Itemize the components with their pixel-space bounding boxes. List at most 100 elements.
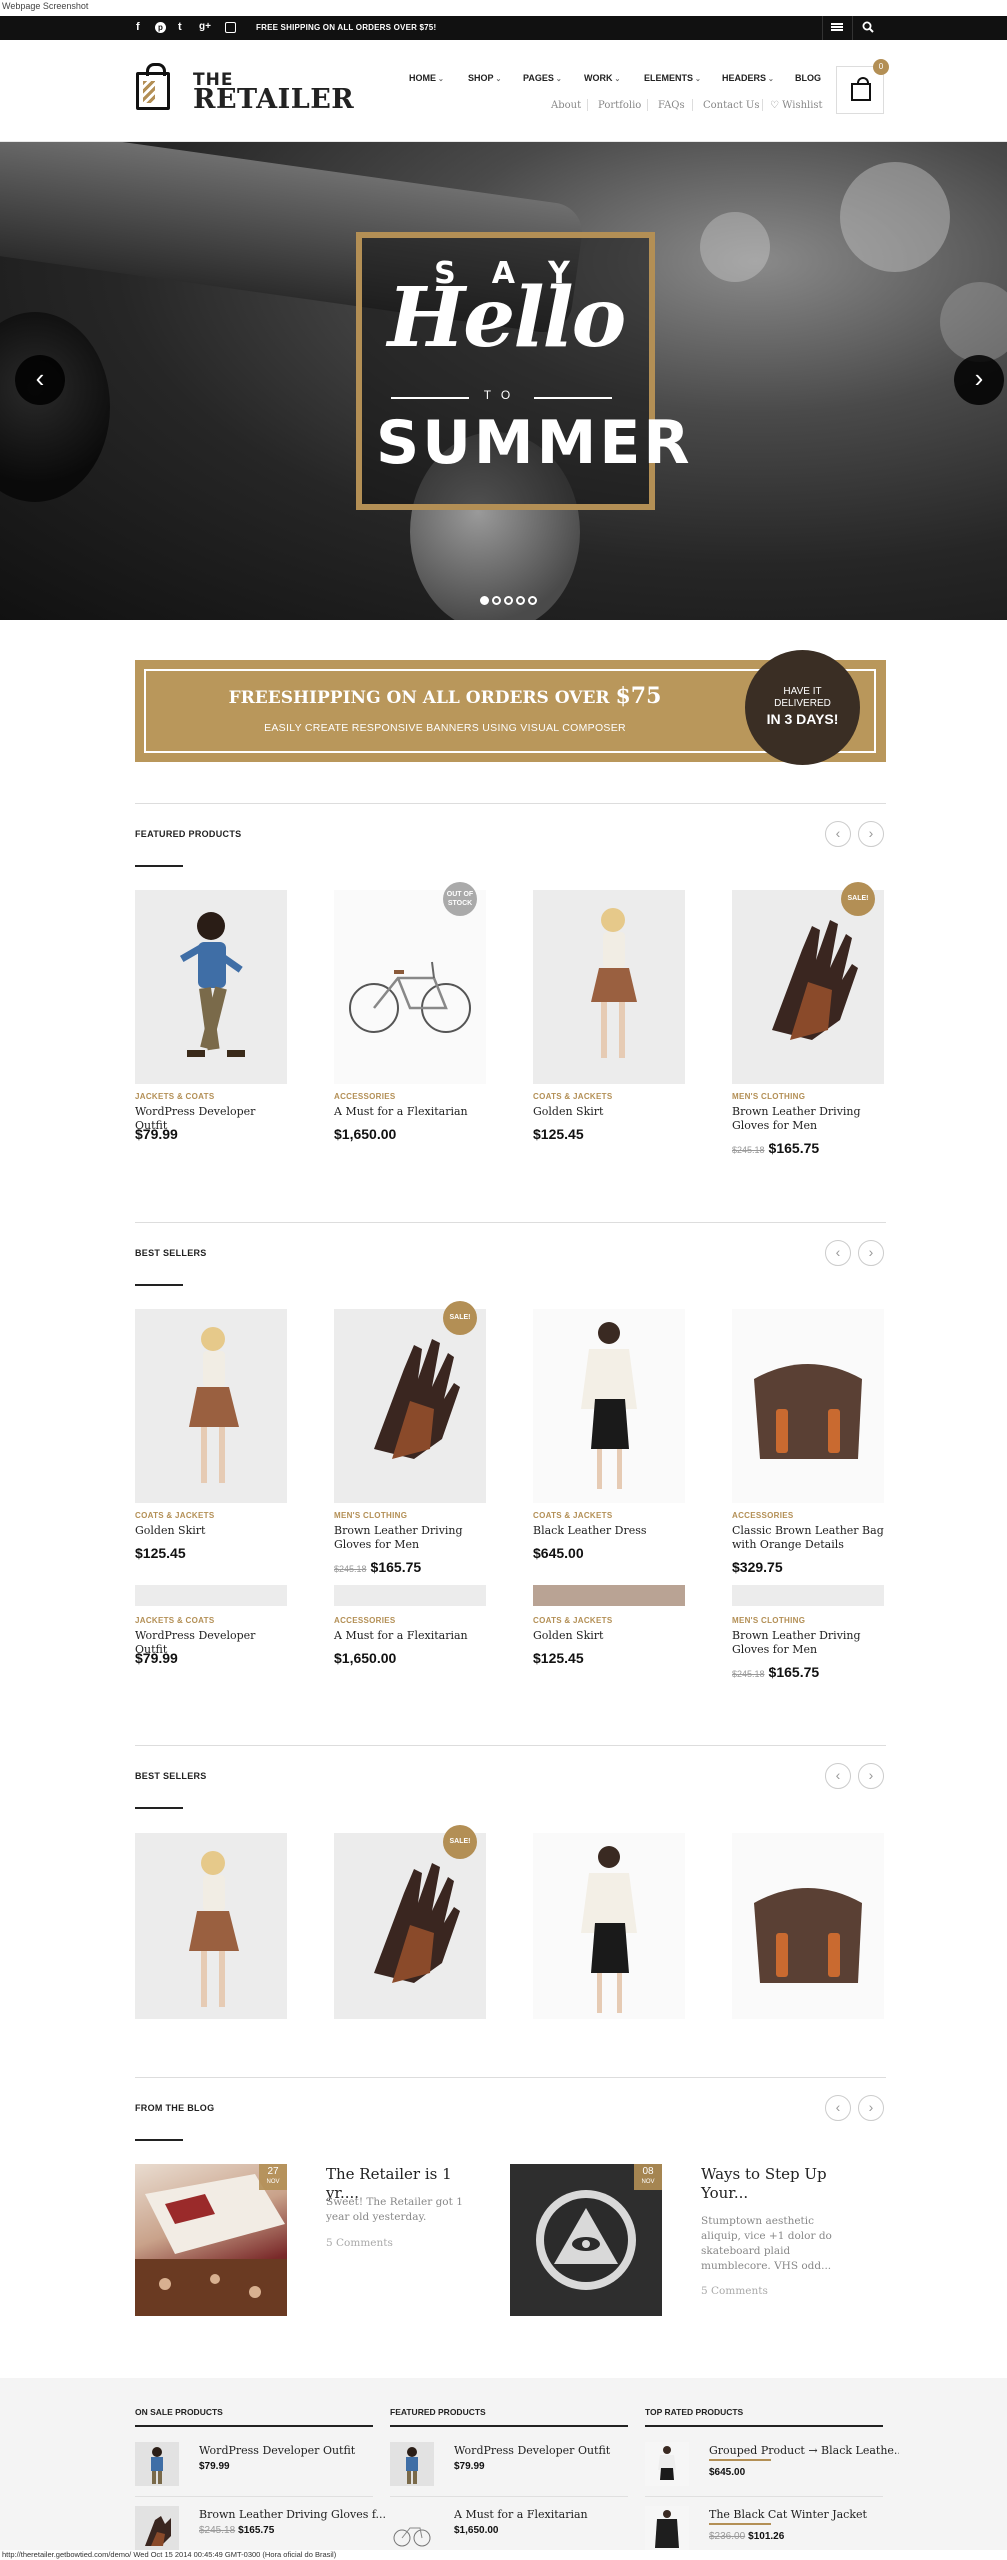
widget-product-name[interactable]: WordPress Developer Outfit xyxy=(199,2444,389,2457)
nav-work[interactable]: WORK ⌄ xyxy=(584,73,620,83)
product-category[interactable]: ACCESSORIES xyxy=(334,1616,396,1625)
product-category[interactable]: MEN'S CLOTHING xyxy=(732,1092,805,1101)
product-image[interactable] xyxy=(732,1833,884,2019)
product-thumbnail[interactable] xyxy=(645,2506,689,2550)
search-icon[interactable] xyxy=(862,21,874,36)
blog-date-badge: 27 NOV xyxy=(259,2164,287,2190)
twitter-icon[interactable]: t xyxy=(178,21,182,33)
carousel-prev-button[interactable]: ‹ xyxy=(825,2095,851,2121)
product-thumbnail[interactable] xyxy=(390,2442,434,2486)
product-image[interactable] xyxy=(334,890,486,1084)
product-thumbnail[interactable] xyxy=(645,2442,689,2486)
carousel-next-button[interactable]: › xyxy=(858,1240,884,1266)
product-image[interactable] xyxy=(334,1309,486,1503)
google-plus-icon[interactable]: g+ xyxy=(199,21,211,32)
slider-next-button[interactable]: › xyxy=(954,355,1004,405)
menu-icon[interactable] xyxy=(831,21,843,36)
instagram-icon[interactable] xyxy=(225,22,236,33)
product-price: $245.18 $165.75 xyxy=(732,1140,820,1156)
widget-product-name[interactable]: WordPress Developer Outfit xyxy=(454,2444,644,2457)
product-thumbnail[interactable] xyxy=(135,2442,179,2486)
subnav-wishlist[interactable]: ♡ Wishlist xyxy=(770,100,823,111)
section-underline xyxy=(135,1284,183,1286)
product-image[interactable] xyxy=(533,1833,685,2019)
slider-dot[interactable] xyxy=(480,596,489,605)
product-image[interactable] xyxy=(135,1585,287,1606)
section-divider xyxy=(135,2077,886,2078)
product-image[interactable] xyxy=(533,890,685,1084)
product-image[interactable] xyxy=(732,1309,884,1503)
product-image[interactable] xyxy=(533,1585,685,1606)
product-category[interactable]: COATS & JACKETS xyxy=(533,1616,612,1625)
product-category[interactable]: MEN'S CLOTHING xyxy=(334,1511,407,1520)
product-image[interactable] xyxy=(334,1833,486,2019)
product-category[interactable]: COATS & JACKETS xyxy=(533,1092,612,1101)
product-name[interactable]: A Must for a Flexitarian xyxy=(334,1105,490,1119)
product-image[interactable] xyxy=(732,1585,884,1606)
product-category[interactable]: MEN'S CLOTHING xyxy=(732,1616,805,1625)
product-name[interactable]: Brown Leather Driving Gloves for Men xyxy=(732,1629,888,1657)
product-name[interactable]: Brown Leather Driving Gloves for Men xyxy=(334,1524,490,1552)
product-name[interactable]: Black Leather Dress xyxy=(533,1524,689,1538)
subnav-portfolio[interactable]: Portfolio xyxy=(598,100,641,111)
carousel-prev-button[interactable]: ‹ xyxy=(825,1763,851,1789)
product-name[interactable]: Brown Leather Driving Gloves for Men xyxy=(732,1105,888,1133)
facebook-icon[interactable]: f xyxy=(136,21,140,33)
logo-text-retailer[interactable]: RETAILER xyxy=(193,84,354,115)
product-image[interactable] xyxy=(135,890,287,1084)
product-price: $125.45 xyxy=(135,1545,186,1561)
product-image[interactable] xyxy=(533,1309,685,1503)
subnav-contact-us[interactable]: Contact Us xyxy=(703,100,759,111)
product-price: $79.99 xyxy=(135,1650,178,1666)
product-image[interactable] xyxy=(334,1585,486,1606)
product-category[interactable]: ACCESSORIES xyxy=(732,1511,794,1520)
widget-product-name[interactable]: Brown Leather Driving Gloves f... xyxy=(199,2508,389,2521)
slider-prev-button[interactable]: ‹ xyxy=(15,355,65,405)
product-category[interactable]: COATS & JACKETS xyxy=(135,1511,214,1520)
blog-comments-link[interactable]: 5 Comments xyxy=(326,2237,393,2249)
slider-dot[interactable] xyxy=(516,596,525,605)
product-category[interactable]: JACKETS & COATS xyxy=(135,1616,214,1625)
nav-home[interactable]: HOME ⌄ xyxy=(409,73,444,83)
slider-dot[interactable] xyxy=(504,596,513,605)
nav-blog[interactable]: BLOG xyxy=(795,73,821,83)
product-thumbnail[interactable] xyxy=(135,2506,179,2550)
product-category[interactable]: JACKETS & COATS xyxy=(135,1092,214,1101)
carousel-prev-button[interactable]: ‹ xyxy=(825,821,851,847)
widget-product-name[interactable]: A Must for a Flexitarian xyxy=(454,2508,644,2521)
subnav-about[interactable]: About xyxy=(551,100,581,111)
product-name[interactable]: Classic Brown Leather Bag with Orange De… xyxy=(732,1524,888,1552)
carousel-next-button[interactable]: › xyxy=(858,1763,884,1789)
slider-dot[interactable] xyxy=(492,596,501,605)
product-thumbnail[interactable] xyxy=(390,2506,434,2550)
product-category[interactable]: COATS & JACKETS xyxy=(533,1511,612,1520)
product-price: $79.99 xyxy=(135,1126,178,1142)
widget-product-name[interactable]: The Black Cat Winter Jacket xyxy=(709,2508,899,2521)
logo-bag-icon[interactable] xyxy=(136,63,170,110)
blog-comments-link[interactable]: 5 Comments xyxy=(701,2285,768,2297)
product-image[interactable] xyxy=(135,1309,287,1503)
product-category[interactable]: ACCESSORIES xyxy=(334,1092,396,1101)
carousel-next-button[interactable]: › xyxy=(858,2095,884,2121)
widget-product-name[interactable]: Grouped Product → Black Leathe... xyxy=(709,2444,899,2457)
product-name[interactable]: A Must for a Flexitarian xyxy=(334,1629,490,1643)
widget-product-price: $236.00 $101.26 xyxy=(709,2531,785,2542)
blog-post-title[interactable]: Ways to Step Up Your... xyxy=(701,2165,851,2203)
product-name[interactable]: Golden Skirt xyxy=(135,1524,291,1538)
subnav-faqs[interactable]: FAQs xyxy=(658,100,685,111)
product-image[interactable] xyxy=(732,890,884,1084)
product-name[interactable]: Golden Skirt xyxy=(533,1629,689,1643)
nav-elements[interactable]: ELEMENTS ⌄ xyxy=(644,73,701,83)
screenshot-caption: Webpage Screenshot xyxy=(2,1,89,11)
cart-button[interactable]: 0 xyxy=(836,59,889,114)
nav-headers[interactable]: HEADERS ⌄ xyxy=(722,73,774,83)
nav-pages[interactable]: PAGES ⌄ xyxy=(523,73,562,83)
carousel-next-button[interactable]: › xyxy=(858,821,884,847)
slider-dot[interactable] xyxy=(528,596,537,605)
nav-shop[interactable]: SHOP ⌄ xyxy=(468,73,501,83)
product-name[interactable]: Golden Skirt xyxy=(533,1105,689,1119)
carousel-prev-button[interactable]: ‹ xyxy=(825,1240,851,1266)
divider xyxy=(822,16,823,40)
pinterest-icon[interactable]: p xyxy=(155,22,166,33)
product-image[interactable] xyxy=(135,1833,287,2019)
